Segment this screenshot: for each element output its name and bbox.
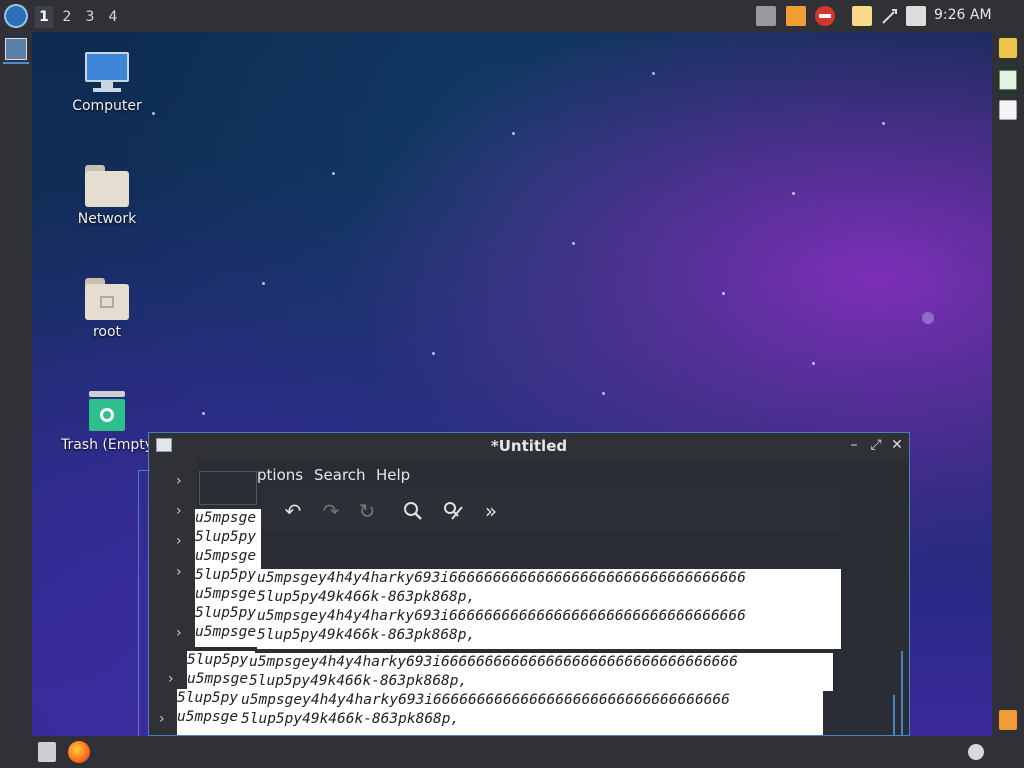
root-label: root (92, 324, 122, 340)
workspace-4[interactable]: 4 (104, 6, 122, 28)
workspace-2[interactable]: 2 (58, 6, 76, 28)
right-dock (992, 32, 1024, 736)
monitor-icon (85, 50, 129, 94)
text-area[interactable]: u5mpsgey4h4y4harky693i666666666666666666… (257, 569, 841, 649)
reload-icon[interactable]: ↻ (355, 499, 379, 523)
trash-desktop-icon[interactable]: Trash (Empty (57, 389, 157, 453)
stop-icon[interactable] (815, 6, 835, 26)
network-label: Network (77, 211, 137, 227)
ghost-window-frame (138, 470, 150, 736)
chevron-right-icon[interactable]: › (176, 625, 182, 641)
ghost-text-fragment: 5lup5py u5mpsge (187, 651, 255, 691)
keyboard-icon[interactable] (906, 6, 926, 26)
chevron-right-icon[interactable]: › (176, 503, 182, 519)
firefox-icon[interactable] (68, 741, 90, 763)
menu-help[interactable]: Help (376, 466, 410, 484)
ghost-panel (199, 471, 257, 505)
ghost-border (901, 651, 903, 735)
active-task-indicator (3, 62, 29, 64)
computer-desktop-icon[interactable]: Computer (57, 50, 157, 114)
bottom-panel (0, 736, 1024, 768)
folder-icon (85, 163, 129, 207)
undo-icon[interactable]: ↶ (281, 499, 305, 523)
qt-app-icon[interactable] (999, 38, 1017, 58)
close-icon[interactable]: ✕ (890, 437, 904, 453)
chevron-right-icon[interactable]: › (168, 671, 174, 687)
menu-options[interactable]: ptions (257, 466, 303, 484)
notes-tray-icon[interactable] (786, 6, 806, 26)
maximize-icon[interactable]: ⤢ (869, 437, 883, 453)
chevron-right-icon[interactable]: › (176, 564, 182, 580)
clipboard-icon[interactable] (852, 6, 872, 26)
chevron-right-icon[interactable]: › (176, 533, 182, 549)
text-area-ghost: u5mpsgey4h4y4harky693i666666666666666666… (249, 653, 833, 691)
ghost-text-fragment: u5mpsge (195, 623, 259, 647)
network-icon[interactable] (880, 6, 900, 26)
chevron-right-icon[interactable]: › (159, 711, 165, 727)
trash-icon (85, 389, 129, 433)
title-bar[interactable]: *Untitled – ⤢ ✕ (149, 433, 909, 459)
replace-icon[interactable] (441, 499, 465, 523)
show-desktop-icon[interactable] (38, 742, 56, 762)
text-editor-window: *Untitled – ⤢ ✕ › › › › › › › u5mpsge 5l… (148, 432, 910, 736)
top-panel: 1 2 3 4 9:26 AM (0, 0, 1024, 32)
root-desktop-icon[interactable]: root (57, 276, 157, 340)
trash-label: Trash (Empty (60, 437, 154, 453)
redo-icon[interactable]: ↷ (319, 499, 343, 523)
night-mode-icon[interactable] (968, 744, 984, 760)
ghost-border (893, 695, 895, 735)
workspace-1[interactable]: 1 (35, 6, 53, 28)
text-editor-task-icon[interactable] (5, 38, 27, 60)
computer-label: Computer (72, 98, 142, 114)
window-title: *Untitled (490, 437, 568, 455)
workspace-3[interactable]: 3 (81, 6, 99, 28)
text-area-ghost: u5mpsgey4h4y4harky693i666666666666666666… (241, 691, 823, 735)
app-menu-icon[interactable] (4, 4, 28, 28)
tab-bar (261, 533, 841, 569)
home-folder-icon (85, 276, 129, 320)
search-icon[interactable] (401, 499, 425, 523)
files-tray-icon[interactable] (756, 6, 776, 26)
ghost-text-fragment: 5lup5py u5mpsge (177, 689, 247, 735)
clock[interactable]: 9:26 AM (934, 7, 992, 23)
toolbar: ↶ ↷ ↻ » (261, 489, 841, 534)
left-dock (0, 32, 32, 736)
chevron-right-icon[interactable]: › (176, 473, 182, 489)
network-desktop-icon[interactable]: Network (57, 163, 157, 227)
menu-search[interactable]: Search (314, 466, 366, 484)
notes-app-icon[interactable] (999, 710, 1017, 730)
more-icon[interactable]: » (479, 499, 503, 523)
ghost-text-fragment: u5mpsge 5lup5py u5mpsge 5lup5py u5mpsge … (195, 509, 261, 623)
spreadsheet-icon[interactable] (999, 70, 1017, 90)
minimize-icon[interactable]: – (847, 437, 861, 453)
formula-icon[interactable] (999, 100, 1017, 120)
